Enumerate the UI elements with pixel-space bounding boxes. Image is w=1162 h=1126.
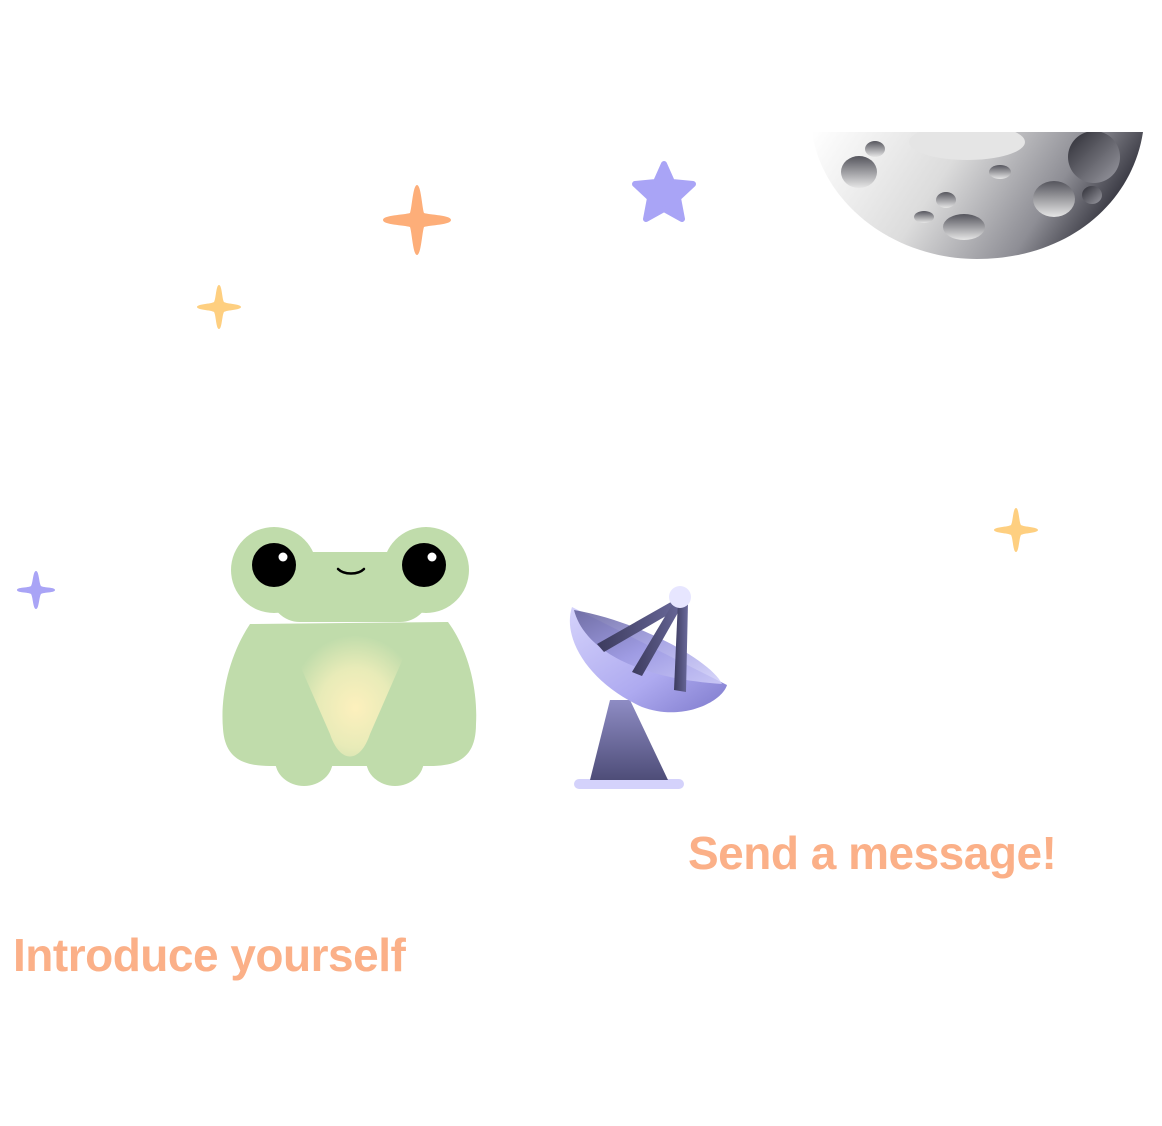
frog-illustration — [222, 527, 477, 786]
five-point-star-icon — [632, 161, 696, 222]
moon-icon — [812, 132, 1143, 259]
sparkle-star-icon — [17, 571, 55, 609]
sparkle-star-icon — [994, 508, 1038, 552]
introduce-yourself-link[interactable]: Introduce yourself — [13, 932, 406, 978]
sparkle-star-icon — [197, 285, 241, 329]
sparkle-star-icon — [383, 185, 451, 255]
contact-scene: Send a message! Introduce yourself — [0, 0, 1162, 1126]
satellite-dish-icon — [569, 586, 727, 789]
send-message-link[interactable]: Send a message! — [688, 830, 1057, 876]
